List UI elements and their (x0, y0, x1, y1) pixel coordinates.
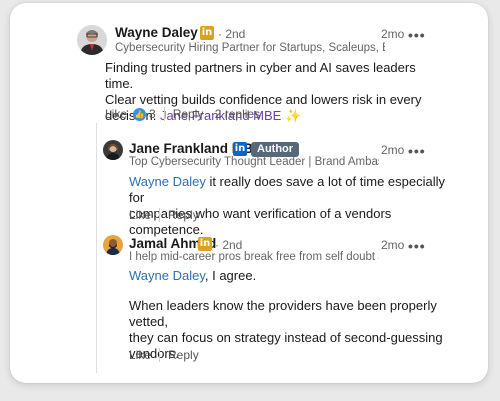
mention-link[interactable]: Wayne Daley (129, 268, 205, 283)
avatar-jane-frankland[interactable] (103, 140, 123, 160)
comment-actions: Like 👍 3 Reply · 2 replies (105, 107, 260, 121)
reply-actions: Like Reply (129, 348, 199, 362)
comment-timestamp: 2mo (381, 143, 405, 157)
sparkle-emoji: ✨ (284, 108, 302, 123)
linkedin-icon: in (200, 26, 214, 40)
avatar-wayne-daley[interactable] (77, 25, 107, 55)
like-button[interactable]: Like (129, 208, 151, 222)
commenter-name[interactable]: Wayne Daley (115, 25, 198, 40)
reply-body-line: When leaders know the providers have bee… (129, 298, 437, 329)
commenter-headline: I help mid-career pros break free from s… (129, 251, 379, 263)
reply-button[interactable]: Reply (168, 208, 199, 222)
reply-body-line: they can focus on strategy instead of se… (129, 330, 443, 345)
commenter-headline: Top Cybersecurity Thought Leader | Brand… (129, 156, 379, 168)
connection-degree: · 2nd (215, 238, 243, 252)
author-badge: Author (251, 142, 300, 157)
comment-body-line: Clear vetting builds confidence and lowe… (105, 92, 422, 107)
reply-button[interactable]: Reply (173, 107, 204, 121)
reply-body-text: , I agree. (204, 268, 257, 283)
commenter-headline: Cybersecurity Hiring Partner for Startup… (115, 42, 385, 54)
more-options-icon[interactable]: ••• (408, 28, 426, 42)
linkedin-icon: in (233, 142, 247, 156)
comment-timestamp: 2mo (381, 238, 405, 252)
reply-actions: Like Reply (129, 208, 199, 222)
more-options-icon[interactable]: ••• (408, 144, 426, 158)
replies-count[interactable]: · 2 replies (207, 107, 260, 121)
divider (163, 107, 165, 121)
reply-body: Wayne Daley it really does save a lot of… (129, 174, 449, 238)
divider (159, 348, 161, 362)
reply-button[interactable]: Reply (168, 348, 199, 362)
mention-link[interactable]: Wayne Daley (129, 174, 206, 189)
thread-line (96, 123, 97, 373)
more-options-icon[interactable]: ••• (408, 239, 426, 253)
comment-body-line: Finding trusted partners in cyber and AI… (105, 60, 416, 91)
divider (159, 208, 161, 222)
like-reaction-icon: 👍 (133, 107, 147, 121)
connection-degree: · 2nd (218, 27, 246, 41)
linkedin-icon: in (198, 237, 212, 251)
like-button[interactable]: Like (129, 348, 151, 362)
like-count[interactable]: 3 (149, 107, 156, 121)
avatar-jamal-ahmed[interactable] (103, 235, 123, 255)
comments-card: Wayne Daley in · 2nd Cybersecurity Hirin… (10, 3, 488, 383)
comment-timestamp: 2mo (381, 27, 405, 41)
like-button[interactable]: Like (105, 107, 127, 121)
